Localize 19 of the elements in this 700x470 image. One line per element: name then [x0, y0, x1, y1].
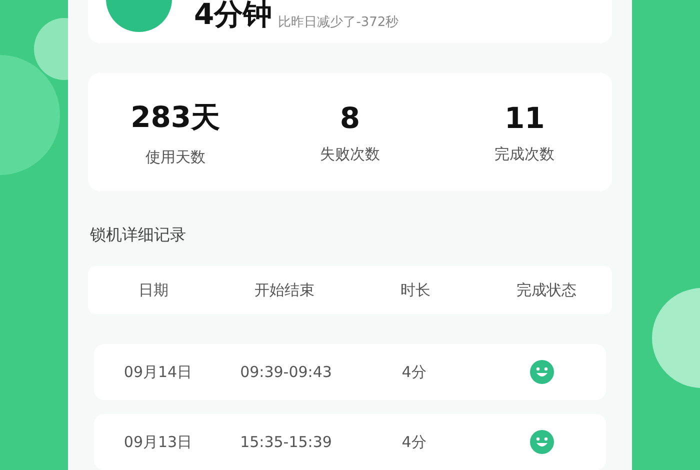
stat-label: 失败次数: [320, 144, 380, 164]
stat-label: 使用天数: [145, 148, 206, 167]
table-cell-text: 15:35-15:39: [239, 433, 333, 451]
column-header: 开始结束: [254, 280, 316, 300]
stat-value: 8: [340, 100, 360, 135]
table-cell-text: 09月14日: [122, 362, 194, 382]
table-cell-text: 09:39-09:43: [239, 363, 333, 381]
stat-label: 完成次数: [494, 144, 555, 164]
column-header: 时长: [400, 280, 432, 300]
column-header: 日期: [138, 280, 170, 300]
section-title: 锁机详细记录: [90, 225, 187, 246]
table-cell-text: 4分: [400, 432, 428, 452]
column-header: 完成状态: [516, 280, 578, 300]
stat-value: 11: [504, 100, 545, 135]
table-cell-text: 09月13日: [122, 432, 194, 452]
comparison-text: 比昨日减少了-372秒: [278, 16, 399, 30]
stat-value: 283天: [130, 98, 220, 136]
table-cell-text: 4分: [400, 362, 428, 382]
duration-text: 4分钟: [194, 0, 272, 30]
